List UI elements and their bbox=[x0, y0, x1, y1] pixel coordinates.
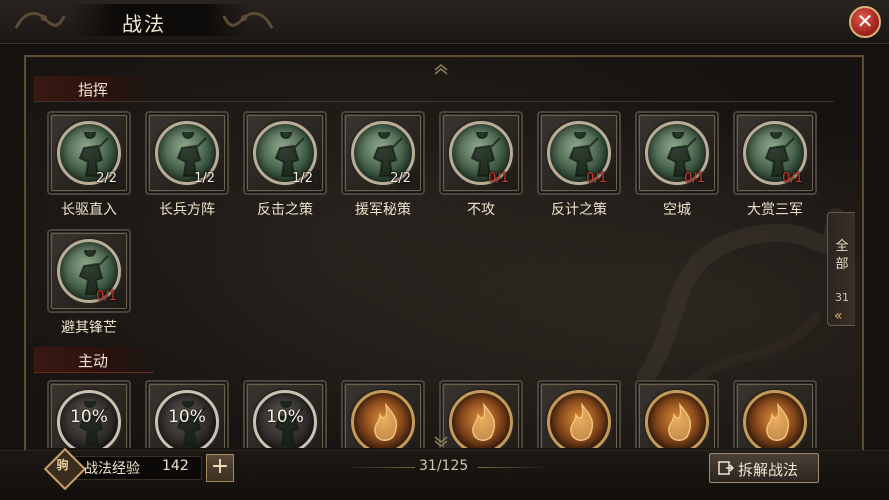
divider bbox=[345, 467, 415, 468]
scroll-down-icon[interactable] bbox=[433, 436, 449, 448]
section-command: 指挥 bbox=[34, 76, 154, 102]
filter-label: 部 bbox=[835, 257, 849, 272]
scroll-up-icon[interactable] bbox=[433, 63, 449, 75]
skill-count-badge: 2/2 bbox=[390, 171, 411, 186]
skill-name: 长驱直入 bbox=[61, 202, 117, 218]
filter-all-tab[interactable]: 全 部 31 « bbox=[827, 212, 855, 326]
skill-name: 长兵方阵 bbox=[159, 202, 215, 218]
fire-emblem-icon bbox=[472, 402, 496, 441]
skill-card[interactable] bbox=[341, 380, 425, 448]
divider bbox=[478, 467, 548, 468]
skill-count-badge: 0/1 bbox=[782, 171, 803, 186]
skill-count-badge: 0/1 bbox=[488, 171, 509, 186]
skill-name: 反击之策 bbox=[257, 202, 313, 218]
skill-card[interactable]: 0/1 空城 bbox=[635, 111, 719, 223]
skill-card[interactable]: 0/1 大赏三军 bbox=[733, 111, 817, 223]
skill-portrait bbox=[351, 390, 415, 448]
fire-emblem-icon bbox=[766, 402, 790, 441]
dragon-ornament-icon bbox=[14, 11, 66, 29]
skill-portrait bbox=[743, 390, 807, 448]
skill-card[interactable]: 1/2 长兵方阵 bbox=[145, 111, 229, 223]
close-button[interactable]: ✕ bbox=[849, 6, 881, 38]
skill-card[interactable]: 0/1 不攻 bbox=[439, 111, 523, 223]
skill-portrait bbox=[645, 390, 709, 448]
dismantle-label: 拆解战法 bbox=[738, 461, 799, 479]
skill-card[interactable]: 0/1 避其锋芒 bbox=[47, 229, 131, 341]
skill-progress: 10% bbox=[266, 407, 304, 427]
skill-count-badge: 2/2 bbox=[96, 171, 117, 186]
dismantle-skill-button[interactable]: 拆解战法 bbox=[709, 453, 819, 483]
fire-emblem-icon bbox=[374, 402, 398, 441]
skill-progress: 10% bbox=[70, 407, 108, 427]
dragon-ornament-icon bbox=[222, 11, 274, 29]
filter-count: 31 bbox=[835, 291, 849, 304]
skill-count-badge: 0/1 bbox=[96, 289, 117, 304]
skill-count-badge: 1/2 bbox=[292, 171, 313, 186]
section-title: 主动 bbox=[78, 352, 109, 370]
add-exp-button[interactable]: + bbox=[206, 454, 234, 482]
skill-card[interactable] bbox=[635, 380, 719, 448]
top-bar: 战法 ✕ bbox=[0, 0, 889, 44]
section-title: 指挥 bbox=[78, 81, 109, 99]
skill-card[interactable]: 2/2 援军秘策 bbox=[341, 111, 425, 223]
skill-name: 不攻 bbox=[467, 202, 495, 218]
skill-card[interactable]: 10% bbox=[243, 380, 327, 448]
skill-portrait bbox=[449, 390, 513, 448]
skill-name: 大赏三军 bbox=[747, 202, 803, 218]
section-active: 主动 bbox=[34, 347, 154, 373]
skill-card[interactable] bbox=[733, 380, 817, 448]
dismantle-icon bbox=[718, 461, 734, 475]
exp-label: 战法经验 bbox=[84, 461, 140, 477]
fire-emblem-icon bbox=[570, 402, 594, 441]
skill-card[interactable]: 10% bbox=[47, 380, 131, 448]
skill-name: 援军秘策 bbox=[355, 202, 411, 218]
close-icon: ✕ bbox=[856, 9, 874, 33]
filter-label: 全 bbox=[835, 239, 849, 254]
skill-card[interactable]: 2/2 长驱直入 bbox=[47, 111, 131, 223]
skill-card[interactable]: 10% bbox=[145, 380, 229, 448]
fire-emblem-icon bbox=[668, 402, 692, 441]
skill-name: 反计之策 bbox=[551, 202, 607, 218]
chevron-left-icon: « bbox=[834, 308, 843, 324]
ink-decoration bbox=[637, 208, 845, 392]
exp-icon-glyph: 驹 bbox=[56, 457, 69, 472]
skill-portrait bbox=[547, 390, 611, 448]
skill-card[interactable] bbox=[537, 380, 621, 448]
page-title: 战法 bbox=[122, 12, 166, 36]
skill-count-badge: 0/1 bbox=[586, 171, 607, 186]
skill-card[interactable] bbox=[439, 380, 523, 448]
divider bbox=[34, 101, 834, 102]
skill-card[interactable]: 0/1 反计之策 bbox=[537, 111, 621, 223]
skill-count-badge: 1/2 bbox=[194, 171, 215, 186]
skill-count: 31/125 bbox=[419, 458, 469, 474]
skill-progress: 10% bbox=[168, 407, 206, 427]
skill-name: 避其锋芒 bbox=[61, 320, 117, 336]
skill-count-badge: 0/1 bbox=[684, 171, 705, 186]
exp-value: 142 bbox=[162, 458, 189, 474]
skill-name: 空城 bbox=[663, 202, 691, 218]
skill-card[interactable]: 1/2 反击之策 bbox=[243, 111, 327, 223]
